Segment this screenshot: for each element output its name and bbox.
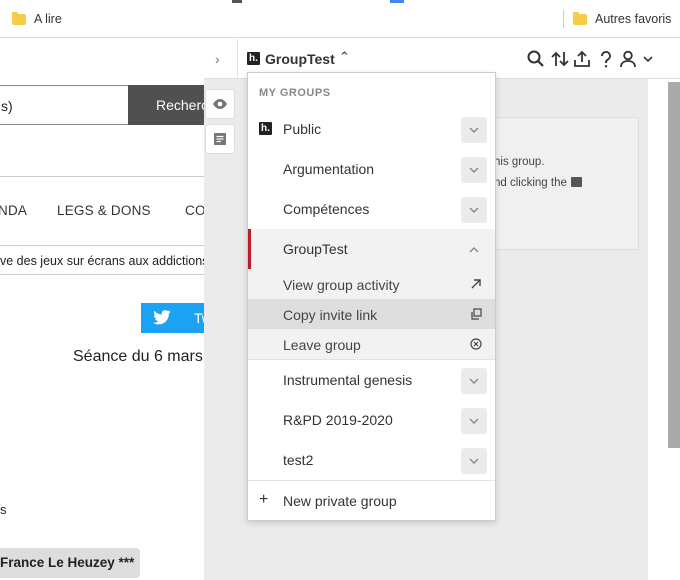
group-label: test2 [283,452,314,468]
news-ticker[interactable]: ve des jeux sur écrans aux addictions [0,254,208,268]
folder-icon [573,11,587,25]
chevron-down-icon[interactable] [642,49,654,69]
toggle-highlights-button[interactable] [205,89,235,119]
tab-edge-mark [232,0,242,3]
bookmark-separator [563,10,564,28]
tab-edge-mark [390,0,404,3]
group-item-competences[interactable]: Compétences [248,189,495,229]
group-item-grouptest[interactable]: GroupTest [248,229,495,269]
user-icon[interactable] [618,49,638,69]
group-label: Compétences [283,201,370,217]
plus-icon: + [259,491,269,508]
chevron-up-icon [469,247,479,253]
group-label: Public [283,121,322,137]
bookmarks-bar: A lire Autres favoris [0,0,680,38]
body-text: s [0,502,7,517]
chevron-down-icon [469,207,479,213]
bookmark-a-lire[interactable]: A lire [12,10,62,28]
expand-group-button[interactable] [461,157,487,183]
group-label: Instrumental genesis [283,372,413,388]
share-icon[interactable] [550,49,570,69]
expand-group-button[interactable] [461,448,487,474]
copy-icon [471,308,482,320]
group-item-test2[interactable]: test2 [248,440,495,480]
group-selector[interactable]: GroupTest [265,51,335,67]
cancel-icon [470,338,482,350]
external-link-icon [471,279,481,289]
view-group-activity-link[interactable]: View group activity [248,269,495,299]
seance-heading: Séance du 6 mars 20 [73,348,226,365]
expand-group-button[interactable] [461,408,487,434]
chevron-down-icon [469,127,479,133]
chevron-up-icon[interactable]: ⌃ [339,49,350,65]
hypothesis-logo-icon: h. [247,52,260,65]
hypothesis-logo-icon: h. [259,122,272,135]
twitter-bird-icon [153,310,171,325]
chevron-down-icon [469,167,479,173]
note-icon [214,133,226,145]
collapse-sidebar-icon[interactable]: › [215,51,220,67]
group-item-rpd[interactable]: R&PD 2019-2020 [248,400,495,440]
action-label: Copy invite link [283,307,378,323]
group-label: GroupTest [283,241,348,257]
nav-item[interactable]: LEGS & DONS [57,203,151,218]
folder-icon [12,11,26,25]
chevron-down-icon [469,418,479,424]
help-icon[interactable] [596,49,616,69]
expand-group-button[interactable] [461,368,487,394]
action-label: View group activity [283,277,400,293]
expand-group-button[interactable] [461,117,487,143]
page-notes-button[interactable] [205,124,235,154]
annotate-icon [571,177,582,187]
group-label: R&PD 2019-2020 [283,412,393,428]
site-search-input[interactable]: s) [0,85,128,125]
leave-group-button[interactable]: Leave group [248,329,495,359]
group-item-argumentation[interactable]: Argumentation [248,149,495,189]
bookmark-label: Autres favoris [595,12,672,26]
eye-icon [213,99,227,109]
group-label: Argumentation [283,161,375,177]
annotation-hint-text: nd clicking the [494,177,567,189]
groups-dropdown: MY GROUPS h. Public Argumentation Compét… [247,72,496,521]
nav-item[interactable]: NDA [0,203,27,218]
chevron-down-icon [469,458,479,464]
collapse-group-button[interactable] [461,237,487,263]
action-label: Leave group [283,337,361,353]
speaker-badge: France Le Heuzey *** [0,548,141,578]
search-icon[interactable] [526,49,546,69]
toolbar-divider [237,39,238,79]
new-private-group-button[interactable]: + New private group [248,481,495,521]
copy-invite-link-button[interactable]: Copy invite link [248,299,495,329]
expand-group-button[interactable] [461,197,487,223]
dropdown-header: MY GROUPS [259,87,331,99]
new-group-label: New private group [283,493,397,509]
group-item-instrumental-genesis[interactable]: Instrumental genesis [248,360,495,400]
chevron-down-icon [469,378,479,384]
group-item-public[interactable]: h. Public [248,109,495,149]
upload-icon[interactable] [572,49,592,69]
scrollbar-thumb[interactable] [668,82,680,448]
annotation-hint-text: his group. [494,156,545,168]
bookmark-autres-favoris[interactable]: Autres favoris [573,10,671,28]
bookmark-label: A lire [34,12,62,26]
empty-annotations-card: his group. nd clicking the [493,117,639,250]
